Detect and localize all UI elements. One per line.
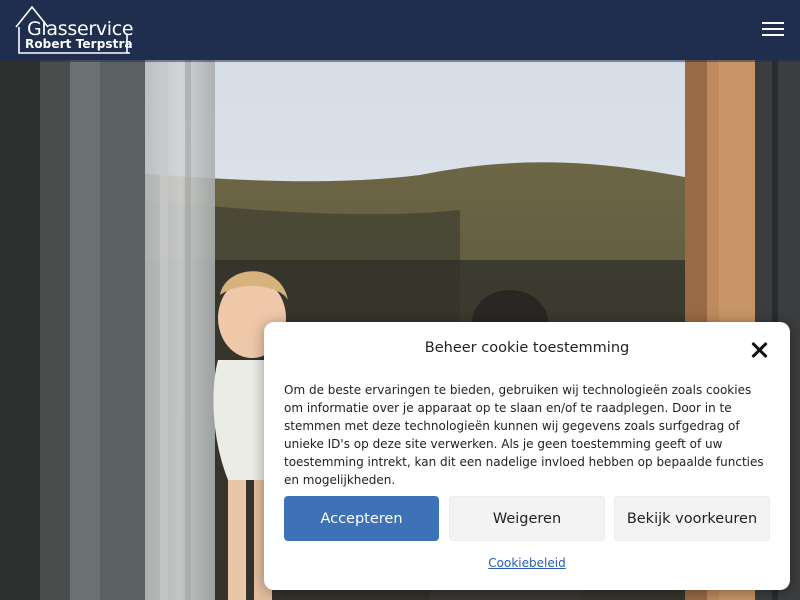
cookie-policy-link[interactable]: Cookiebeleid bbox=[488, 556, 565, 570]
view-preferences-button[interactable]: Bekijk voorkeuren bbox=[614, 496, 770, 541]
cookie-policy-link-wrap: Cookiebeleid bbox=[264, 556, 790, 570]
logo-title: Glasservice bbox=[27, 18, 134, 40]
site-logo[interactable]: Glasservice Robert Terpstra bbox=[14, 5, 134, 57]
hamburger-menu-icon[interactable] bbox=[762, 20, 784, 38]
cookie-consent-dialog: Beheer cookie toestemming Om de beste er… bbox=[264, 322, 790, 590]
logo-subtitle: Robert Terpstra bbox=[25, 37, 133, 51]
cookie-dialog-title: Beheer cookie toestemming bbox=[424, 340, 630, 356]
accept-button[interactable]: Accepteren bbox=[284, 496, 439, 541]
site-header: Glasservice Robert Terpstra bbox=[0, 0, 800, 60]
close-icon[interactable] bbox=[750, 341, 768, 359]
deny-button[interactable]: Weigeren bbox=[449, 496, 605, 541]
cookie-dialog-body: Om de beste ervaringen te bieden, gebrui… bbox=[284, 383, 764, 487]
